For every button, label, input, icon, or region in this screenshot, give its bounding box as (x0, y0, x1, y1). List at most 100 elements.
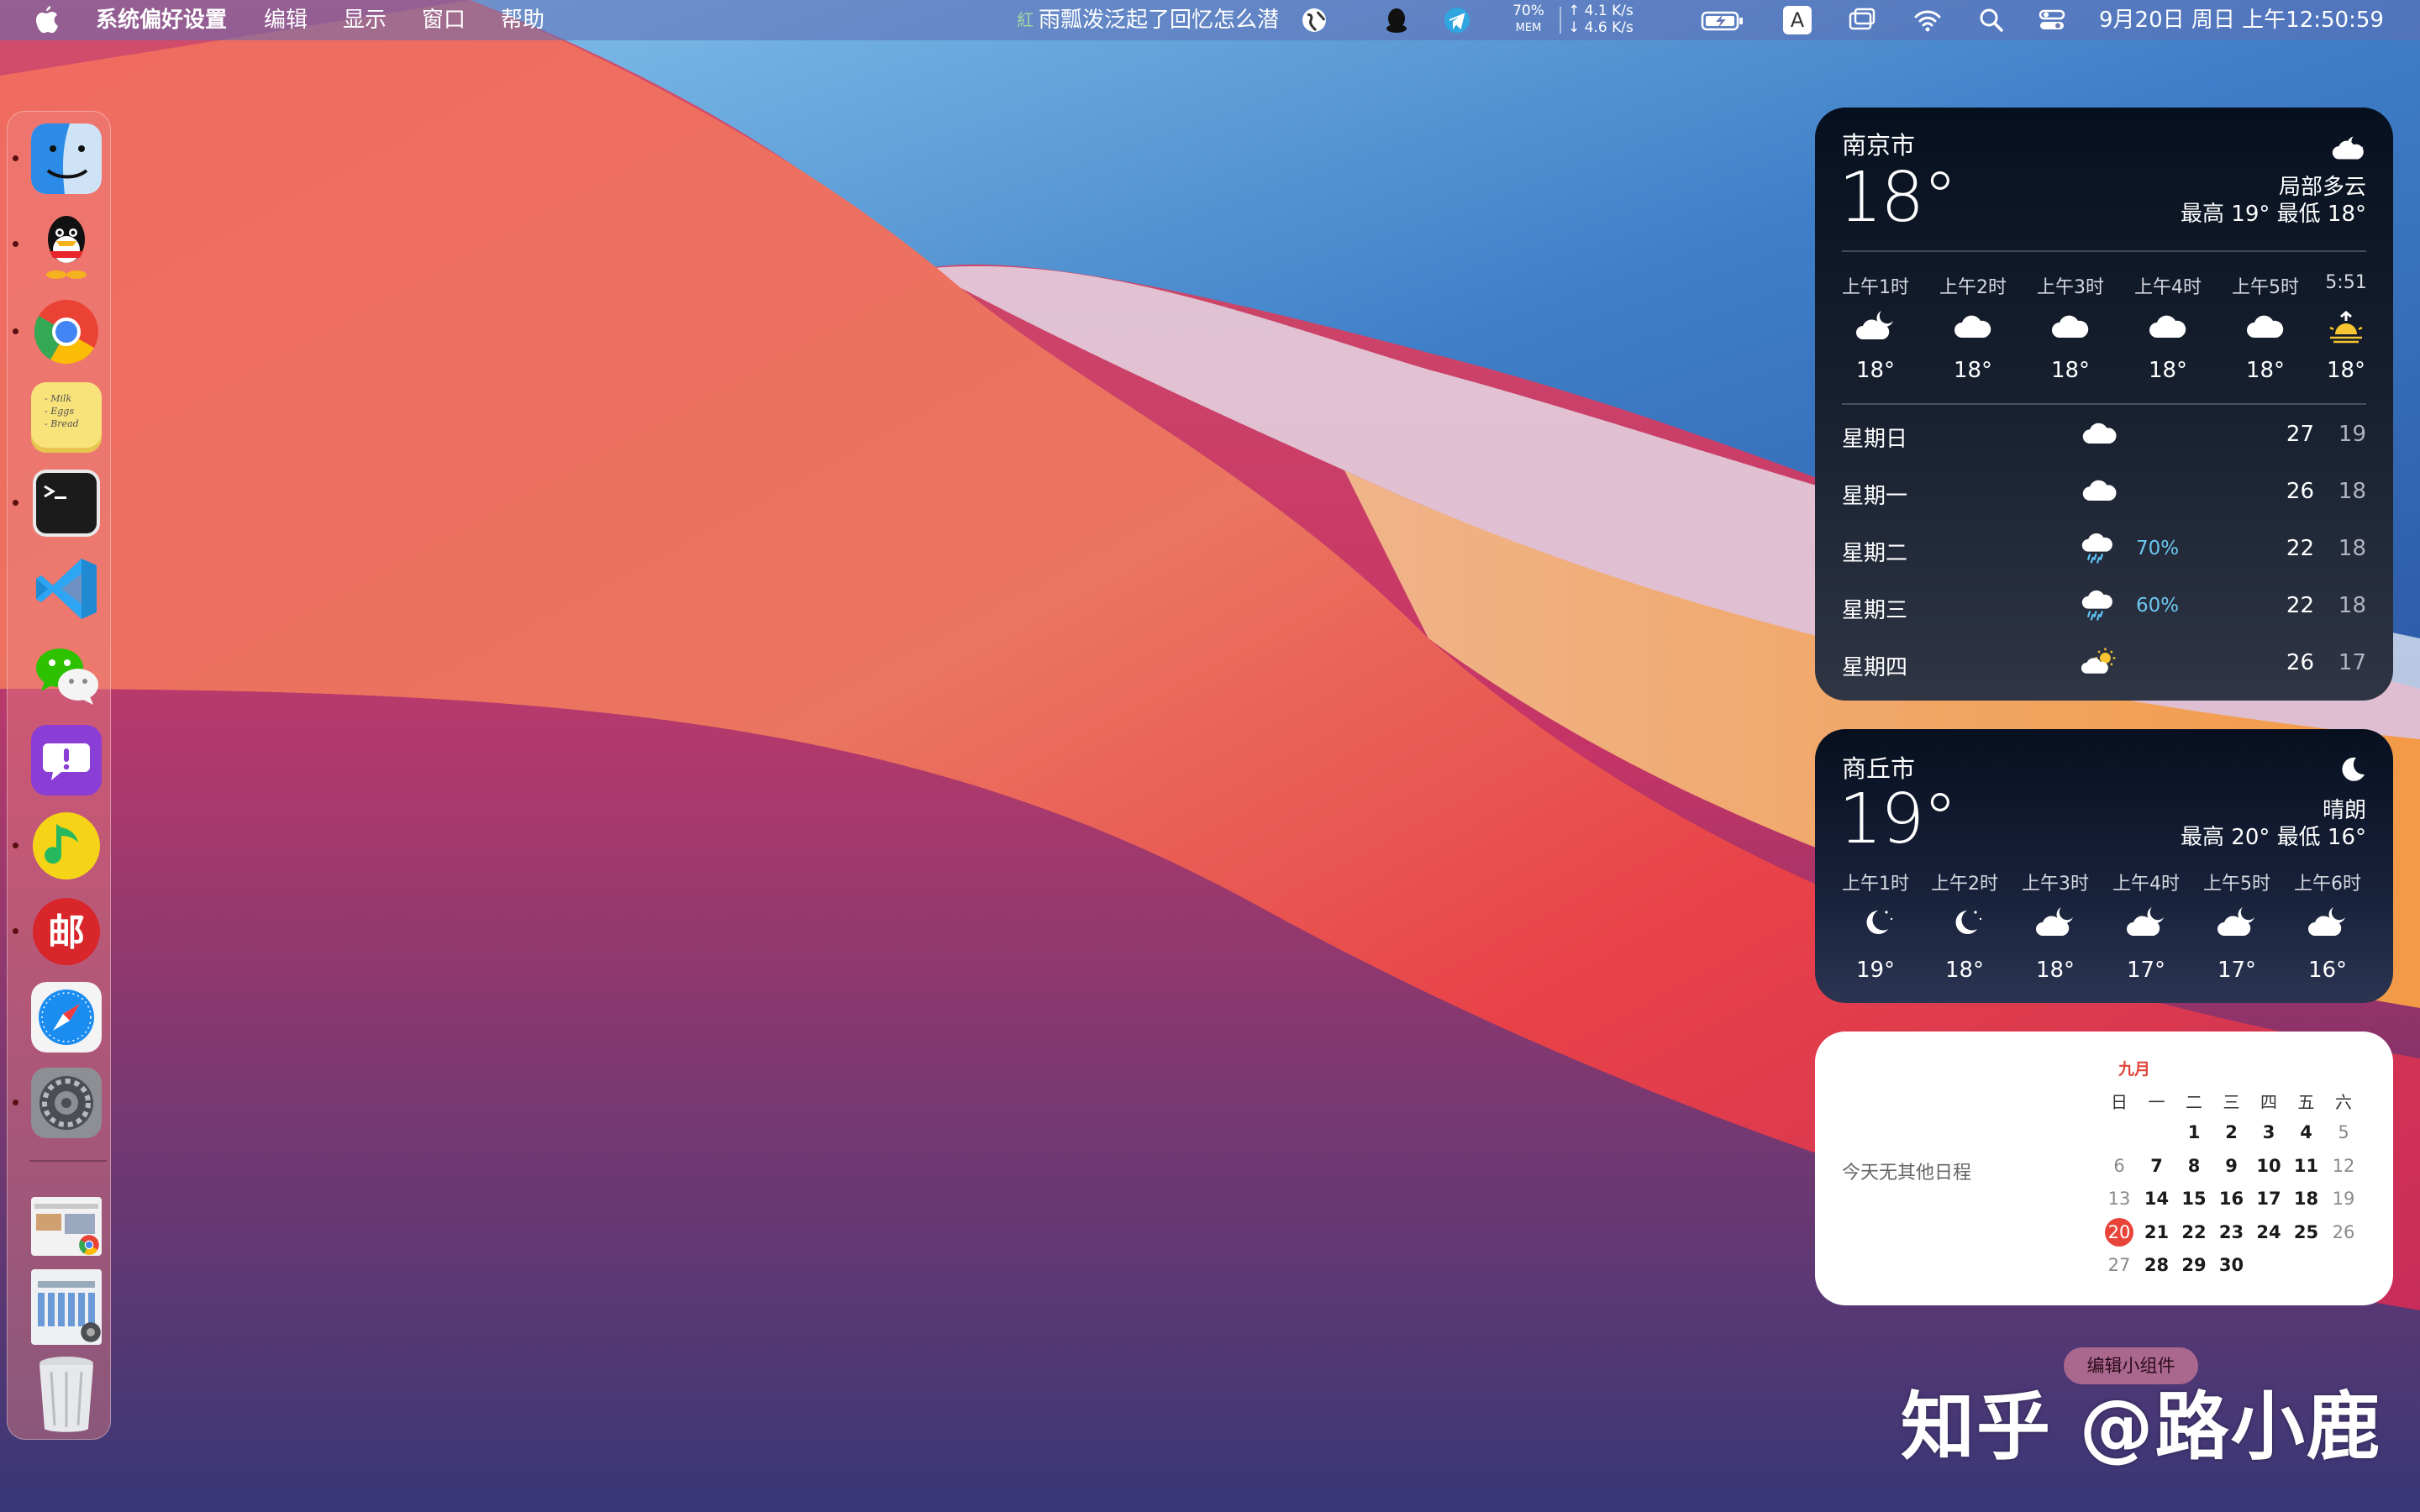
calendar-day[interactable]: 26 (2327, 1222, 2360, 1242)
calendar-day[interactable]: 27 (2102, 1255, 2136, 1275)
control-center-icon[interactable] (2037, 5, 2067, 35)
qq-menubar-icon[interactable] (1381, 5, 1412, 35)
calendar-day[interactable]: 29 (2177, 1255, 2211, 1275)
calendar-day[interactable]: 9 (2215, 1156, 2249, 1176)
input-method-indicator[interactable]: A (1783, 6, 1812, 34)
calendar-day[interactable]: 21 (2140, 1222, 2174, 1242)
mail-icon[interactable]: 邮 (31, 896, 102, 967)
trash-icon[interactable] (31, 1353, 102, 1434)
forecast-high: 22 (2286, 536, 2314, 561)
system-preferences-icon[interactable] (31, 1068, 102, 1138)
calendar-day[interactable]: 4 (2290, 1122, 2323, 1142)
calendar-day[interactable]: 16 (2215, 1189, 2249, 1209)
music-icon[interactable] (31, 811, 102, 881)
calendar-day[interactable]: 13 (2102, 1189, 2136, 1209)
calendar-day[interactable]: 10 (2252, 1156, 2286, 1176)
hourly-time-label: 上午3时 (2037, 277, 2104, 298)
running-indicator (13, 500, 18, 506)
calendar-day[interactable]: 24 (2252, 1222, 2286, 1242)
calendar-day[interactable]: 15 (2177, 1189, 2211, 1209)
calendar-day[interactable]: 5 (2327, 1122, 2360, 1142)
net-download-speed[interactable]: ↓ 4.6 K/s (1568, 20, 1644, 60)
calendar-month: 九月 (2118, 1060, 2151, 1079)
dock-separator (29, 1160, 107, 1162)
watermark-text: 知乎 @路小鹿 (1901, 1383, 2382, 1470)
calendar-day[interactable]: 11 (2290, 1156, 2323, 1176)
calendar-day[interactable]: 1 (2177, 1122, 2211, 1142)
running-indicator (13, 843, 18, 848)
finder-icon[interactable] (31, 123, 102, 194)
moon-stars-icon (1944, 906, 1986, 944)
chrome-icon[interactable] (31, 297, 102, 367)
system-preferences-window-thumbnail[interactable] (31, 1269, 102, 1345)
forecast-high: 27 (2286, 422, 2314, 447)
cloud-icon (2081, 417, 2119, 454)
wifi-icon[interactable] (1912, 5, 1943, 35)
app-menu[interactable]: 系统偏好设置 (96, 0, 227, 40)
forecast-low: 19 (2338, 422, 2366, 447)
cloud-moon-icon (2332, 136, 2364, 160)
calendar-day[interactable]: 25 (2290, 1222, 2323, 1242)
calendar-day[interactable]: 23 (2215, 1222, 2249, 1242)
wechat-icon[interactable] (31, 639, 102, 710)
weather-widget-nanjing[interactable]: 南京市 18° 局部多云 最高 19° 最低 18° 上午1时 18° 上午2时 18… (1815, 108, 2393, 701)
memory-usage-label: MEM (1515, 22, 1542, 34)
stickies-icon[interactable]: - Milk - Eggs - Bread (31, 382, 102, 453)
hourly-time-label: 上午3时 (2022, 874, 2089, 895)
current-temperature: 18° (1839, 158, 1957, 238)
calendar-today[interactable]: 20 (2105, 1217, 2133, 1247)
weekday-header: 二 (2186, 1092, 2202, 1112)
cloud-moon-icon (1854, 309, 1897, 348)
calendar-day[interactable]: 3 (2252, 1122, 2286, 1142)
telegram-icon[interactable] (1442, 5, 1472, 35)
menubar-clock[interactable]: 9月20日 周日 上午12:50:59 (2099, 0, 2384, 40)
globe-icon[interactable] (1299, 5, 1329, 35)
feedback-icon[interactable] (31, 725, 102, 795)
vscode-icon[interactable] (31, 554, 102, 624)
screen-mirroring-icon[interactable] (1847, 5, 1877, 35)
now-playing-lyrics[interactable]: 雨瓢泼泛起了回忆怎么潜 (1039, 0, 1279, 40)
hourly-temperature: 19° (1855, 958, 1896, 983)
calendar-day[interactable]: 28 (2140, 1255, 2174, 1275)
battery-charging-icon[interactable] (1701, 5, 1744, 35)
hourly-temperature: 18° (1944, 958, 1985, 983)
cloud-moon-icon (2034, 906, 2076, 944)
menu-edit[interactable]: 编辑 (264, 0, 308, 40)
menu-window[interactable]: 窗口 (422, 0, 466, 40)
calendar-day[interactable]: 2 (2215, 1122, 2249, 1142)
forecast-day: 星期四 (1842, 655, 1908, 680)
weather-widget-shangqiu[interactable]: 商丘市 19° 晴朗 最高 20° 最低 16° 上午1时 19° 上午2时 18° 上… (1815, 729, 2393, 1003)
calendar-day[interactable]: 17 (2252, 1189, 2286, 1209)
hourly-time-label: 上午4时 (2112, 874, 2180, 895)
calendar-day[interactable]: 7 (2140, 1156, 2174, 1176)
terminal-icon[interactable] (31, 468, 102, 538)
calendar-day[interactable]: 22 (2177, 1222, 2211, 1242)
forecast-low: 18 (2338, 536, 2366, 561)
no-events-text: 今天无其他日程 (1842, 1163, 1972, 1184)
calendar-day[interactable]: 14 (2140, 1189, 2174, 1209)
calendar-day[interactable]: 12 (2327, 1156, 2360, 1176)
hourly-temperature: 18° (2035, 958, 2075, 983)
calendar-widget[interactable]: 今天无其他日程 九月 日一二三四五六 1 2 3 4 5 6 7 8 9 10 11 12 13 14 15 1… (1815, 1032, 2393, 1305)
calendar-day[interactable]: 8 (2177, 1156, 2211, 1176)
hourly-time-label: 上午2时 (1931, 874, 1998, 895)
cloud-moon-icon (2307, 906, 2349, 944)
chrome-window-thumbnail[interactable] (31, 1197, 102, 1256)
calendar-day[interactable]: 6 (2102, 1156, 2136, 1176)
hourly-temperature: 17° (2126, 958, 2166, 983)
safari-icon[interactable] (31, 982, 102, 1053)
calendar-day[interactable]: 18 (2290, 1189, 2323, 1209)
cloud-icon (1952, 309, 1994, 348)
stickies-line: - Bread (45, 418, 79, 429)
calendar-day[interactable]: 30 (2215, 1255, 2249, 1275)
spotlight-search-icon[interactable] (1976, 5, 2007, 35)
menu-help[interactable]: 帮助 (501, 0, 544, 40)
apple-menu-icon[interactable] (34, 0, 59, 40)
menubar-divider (1560, 7, 1561, 34)
menu-view[interactable]: 显示 (343, 0, 387, 40)
cloud-rain-icon (2081, 588, 2119, 625)
calendar-day[interactable]: 19 (2327, 1189, 2360, 1209)
qq-icon[interactable] (31, 209, 102, 280)
menu-bar: 系统偏好设置 编辑 显示 窗口 帮助 紅 雨瓢泼泛起了回忆怎么潜 70% MEM… (0, 0, 2420, 40)
hourly-time-label: 上午2时 (1939, 277, 2007, 298)
